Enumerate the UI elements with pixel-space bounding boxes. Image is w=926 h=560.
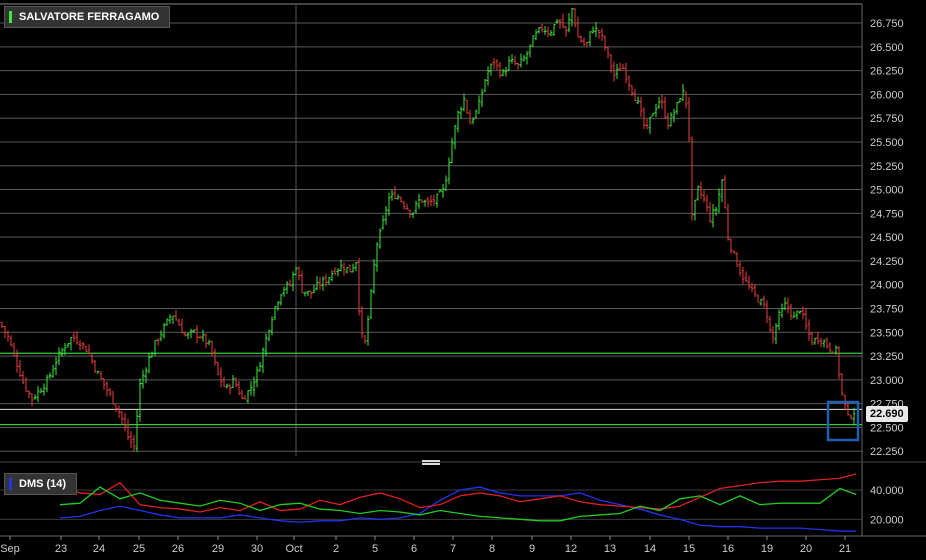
- time-axis-label: 26: [172, 543, 184, 555]
- pane-splitter-handle[interactable]: [422, 460, 440, 465]
- time-axis-label: 30: [251, 543, 263, 555]
- price-tick-label: 26.250: [870, 66, 904, 78]
- time-axis-label: 9: [529, 543, 535, 555]
- time-axis-label: Oct: [285, 543, 302, 555]
- time-axis-label: 5: [372, 543, 378, 555]
- price-tick-label: 23.500: [870, 327, 904, 339]
- time-axis-label: 21: [839, 543, 851, 555]
- time-axis-label: 23: [55, 543, 67, 555]
- time-axis-label: 16: [722, 543, 734, 555]
- price-tick-label: 22.500: [870, 422, 904, 434]
- time-axis-label: 15: [683, 543, 695, 555]
- indicator-title-text: DMS (14): [19, 478, 67, 490]
- price-tick-label: 26.750: [870, 18, 904, 30]
- time-axis-label: 19: [761, 543, 773, 555]
- time-axis-label: 6: [411, 543, 417, 555]
- price-tick-label: 24.000: [870, 280, 904, 292]
- price-tick-label: 25.000: [870, 185, 904, 197]
- time-axis-label: 20: [800, 543, 812, 555]
- time-axis-label: Sep: [0, 543, 20, 555]
- price-tick-label: 25.500: [870, 137, 904, 149]
- price-tick-label: 23.250: [870, 351, 904, 363]
- time-axis-label: 14: [644, 543, 656, 555]
- indicator-title: DMS (14): [4, 473, 78, 495]
- time-axis-label: 12: [565, 543, 577, 555]
- time-axis-label: 29: [212, 543, 224, 555]
- time-axis-label: 13: [604, 543, 616, 555]
- price-tick-label: 26.500: [870, 42, 904, 54]
- indicator-tick-label: 40.000: [870, 485, 904, 497]
- time-axis-label: 8: [489, 543, 495, 555]
- price-tick-label: 26.000: [870, 89, 904, 101]
- price-tick-label: 25.750: [870, 113, 904, 125]
- last-price-tag: 22.690: [866, 406, 908, 422]
- price-tick-label: 22.250: [870, 446, 904, 458]
- price-tick-label: 23.750: [870, 304, 904, 316]
- price-tick-label: 25.250: [870, 161, 904, 173]
- time-axis-label: 7: [450, 543, 456, 555]
- main-chart-title: SALVATORE FERRAGAMO: [4, 6, 171, 28]
- time-axis-label: 2: [333, 543, 339, 555]
- price-tick-label: 24.250: [870, 256, 904, 268]
- main-chart-title-text: SALVATORE FERRAGAMO: [19, 11, 160, 23]
- indicator-color-marker: [9, 478, 12, 490]
- price-tick-label: 24.500: [870, 232, 904, 244]
- indicator-tick-label: 20.000: [870, 514, 904, 526]
- time-axis-label: 25: [133, 543, 145, 555]
- chart-canvas: 22.25022.50022.75023.00023.25023.50023.7…: [0, 3, 926, 555]
- price-tick-label: 23.000: [870, 375, 904, 387]
- price-tick-label: 24.750: [870, 208, 904, 220]
- dmi-plus-line: [59, 486, 857, 522]
- title-color-marker: [9, 11, 12, 23]
- time-axis-label: 24: [93, 543, 105, 555]
- dmi-minus-line: [59, 473, 857, 513]
